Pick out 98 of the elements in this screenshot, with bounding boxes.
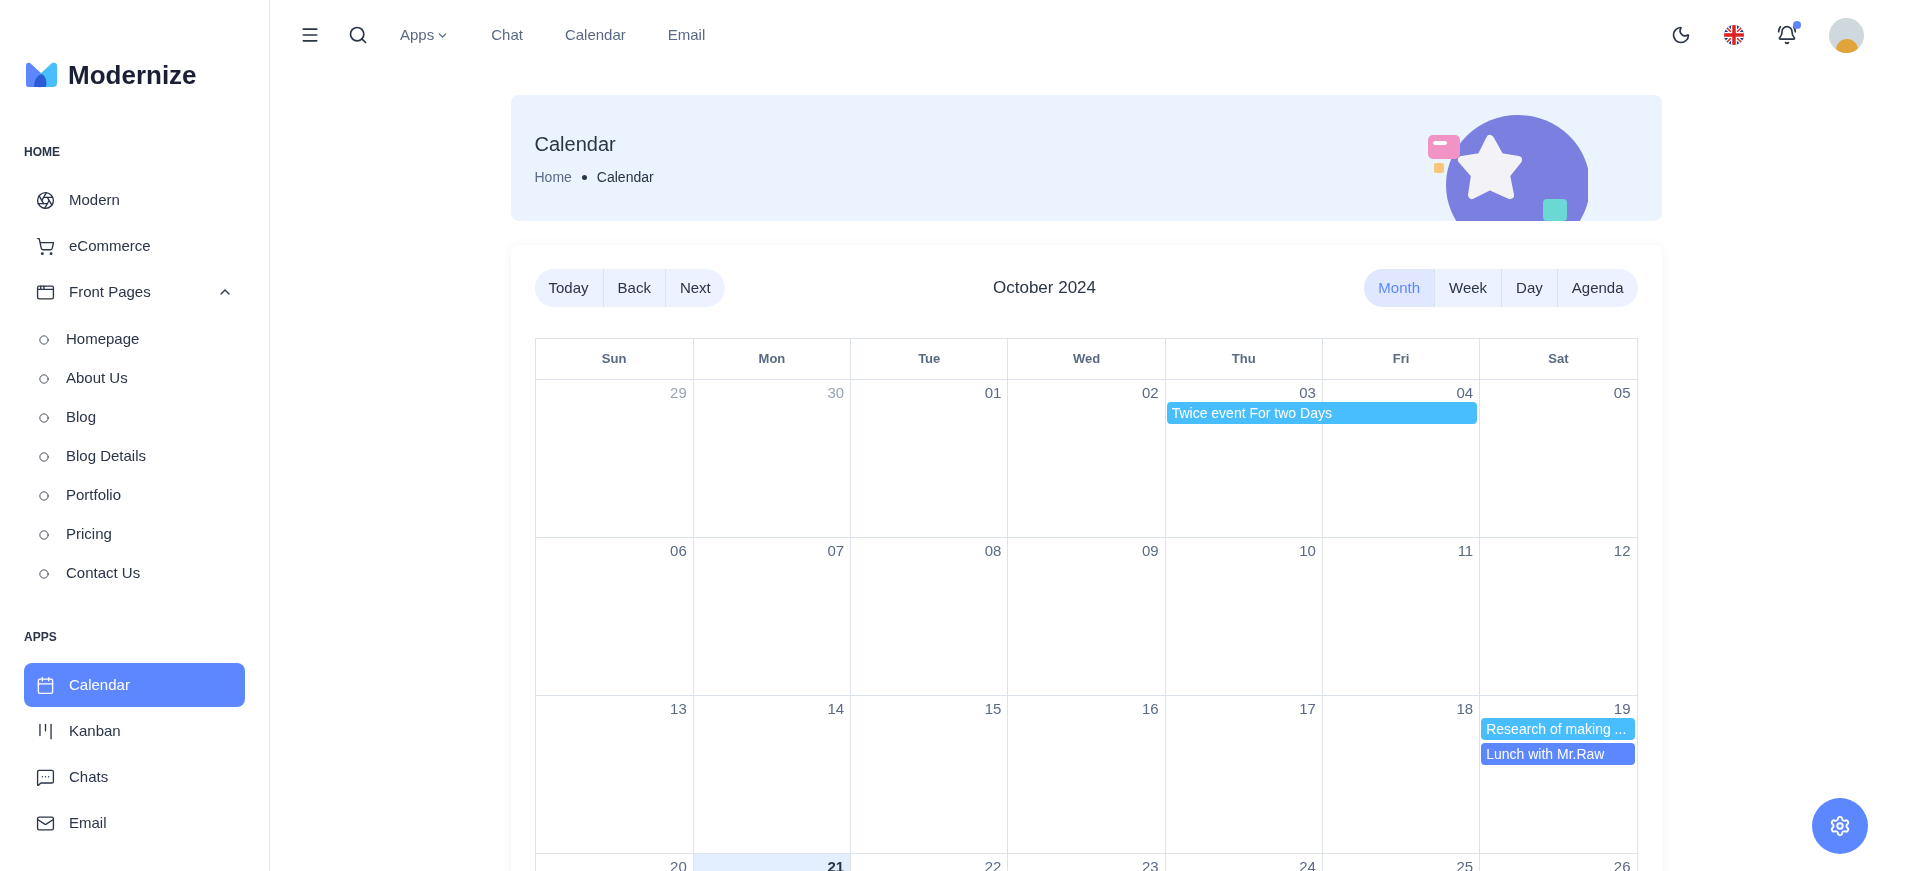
sidebar-item[interactable]: Kanban (24, 709, 245, 753)
day-number: 05 (1613, 383, 1631, 402)
day-number: 18 (1456, 699, 1474, 718)
day-number: 03 (1299, 383, 1316, 402)
moon-icon[interactable] (1671, 25, 1691, 45)
nav-link[interactable]: Email (667, 23, 706, 47)
day-number: 13 (670, 699, 687, 718)
sidebar-subitem[interactable]: Contact Us (24, 554, 245, 593)
sidebar-subitem[interactable]: About Us (24, 359, 245, 398)
sidebar-subitem[interactable]: Blog Details (24, 437, 245, 476)
sidebar-item[interactable]: Email (24, 801, 245, 845)
weekday-header: Thu (1164, 339, 1322, 379)
day-number: 08 (984, 541, 1002, 560)
view-tab[interactable]: Day (1501, 269, 1557, 307)
sidebar-item[interactable]: Modern (24, 178, 245, 222)
day-number: 19 (1613, 699, 1631, 718)
sidebar-item[interactable]: eCommerce (24, 224, 245, 268)
sidebar-item[interactable]: Calendar (24, 663, 245, 707)
calendar-icon (36, 675, 55, 695)
day-cell[interactable]: 14 (692, 696, 851, 853)
day-cell[interactable]: 01 (850, 380, 1008, 537)
day-number: 12 (1613, 541, 1631, 560)
day-number: 06 (670, 541, 687, 560)
circle-icon (39, 412, 49, 423)
brand-name: Modernize (68, 58, 197, 92)
kanban-icon (36, 721, 55, 741)
circle-icon (39, 334, 49, 345)
day-cell[interactable]: 07 (692, 538, 851, 695)
day-cell[interactable]: 05 (1479, 380, 1637, 537)
sidebar-subitem[interactable]: Portfolio (24, 476, 245, 515)
section-heading: HOME (24, 144, 61, 161)
day-cell[interactable]: 02 (1007, 380, 1165, 537)
day-number: 10 (1299, 541, 1316, 560)
view-tab[interactable]: Agenda (1556, 269, 1638, 307)
circle-icon (39, 490, 49, 501)
sidebar-subitem[interactable]: Homepage (24, 320, 245, 359)
day-number: 02 (1141, 383, 1159, 402)
weekday-header: Fri (1321, 339, 1480, 379)
menu-icon[interactable] (300, 25, 320, 45)
calendar-nav-button[interactable]: Back (602, 269, 665, 307)
weekday-header: Sun (600, 350, 628, 369)
calendar-nav-button[interactable]: Next (664, 269, 725, 307)
sidebar-item[interactable]: Front Pages (24, 270, 245, 314)
circle-icon (39, 529, 49, 540)
section-heading: APPS (24, 629, 58, 646)
page-title: Calendar (534, 131, 617, 157)
nav-link[interactable]: Calendar (564, 23, 626, 47)
circle-icon (39, 568, 49, 579)
day-cell[interactable]: 11 (1321, 538, 1480, 695)
day-number: 29 (670, 383, 687, 402)
bell-icon[interactable] (1777, 25, 1797, 45)
calendar-event[interactable]: Lunch with Mr.Raw (1481, 743, 1635, 765)
view-tab[interactable]: Week (1434, 269, 1502, 307)
settings-button[interactable] (1812, 798, 1868, 854)
day-number: 16 (1141, 699, 1159, 718)
day-cell[interactable]: 06 (535, 538, 693, 695)
day-number: 11 (1457, 541, 1474, 560)
calendar-nav-button[interactable]: Today (534, 269, 603, 307)
weekday-header: Sat (1479, 339, 1637, 379)
search-icon[interactable] (348, 25, 368, 45)
sidebar-subitem[interactable]: Blog (24, 398, 245, 437)
day-cell[interactable]: 10 (1164, 538, 1322, 695)
day-cell[interactable]: 18 (1321, 696, 1480, 853)
breadcrumb-item[interactable]: Home (534, 166, 572, 188)
sidebar-subitem[interactable]: Pricing (24, 515, 245, 554)
day-number: 14 (827, 699, 845, 718)
circle-icon (39, 373, 49, 384)
circle-icon (39, 451, 49, 462)
day-cell[interactable]: 15 (850, 696, 1008, 853)
day-cell[interactable]: 12 (1479, 538, 1637, 695)
weekday-header: Wed (1007, 339, 1165, 379)
day-cell[interactable]: 09 (1007, 538, 1165, 695)
day-number: 01 (984, 383, 1002, 402)
nav-link[interactable]: Chat (491, 23, 523, 47)
mail-icon (36, 813, 55, 833)
chat-bubble-icon (36, 767, 55, 787)
day-number: 30 (827, 383, 845, 402)
breadcrumb-item: Calendar (596, 167, 654, 187)
weekday-header: Mon (692, 339, 851, 379)
cart-icon (36, 236, 55, 256)
day-cell[interactable]: 13 (535, 696, 693, 853)
flag-icon[interactable] (1723, 24, 1745, 46)
day-number: 07 (827, 541, 845, 560)
day-number: 09 (1141, 541, 1159, 560)
window-icon (36, 282, 55, 302)
day-cell[interactable]: 08 (850, 538, 1008, 695)
day-number: 04 (1456, 383, 1474, 402)
weekday-header: Tue (850, 339, 1008, 379)
apps-dropdown[interactable]: Apps (400, 23, 450, 47)
aperture-icon (36, 190, 55, 210)
sidebar-item[interactable]: Chats (24, 755, 245, 799)
logo-icon (24, 62, 58, 88)
day-cell[interactable]: 16 (1007, 696, 1165, 853)
calendar-title: October 2024 (993, 277, 1097, 300)
day-cell[interactable]: 17 (1164, 696, 1322, 853)
settings-icon (1829, 815, 1851, 837)
day-number: 15 (984, 699, 1002, 718)
day-number: 17 (1299, 699, 1316, 718)
